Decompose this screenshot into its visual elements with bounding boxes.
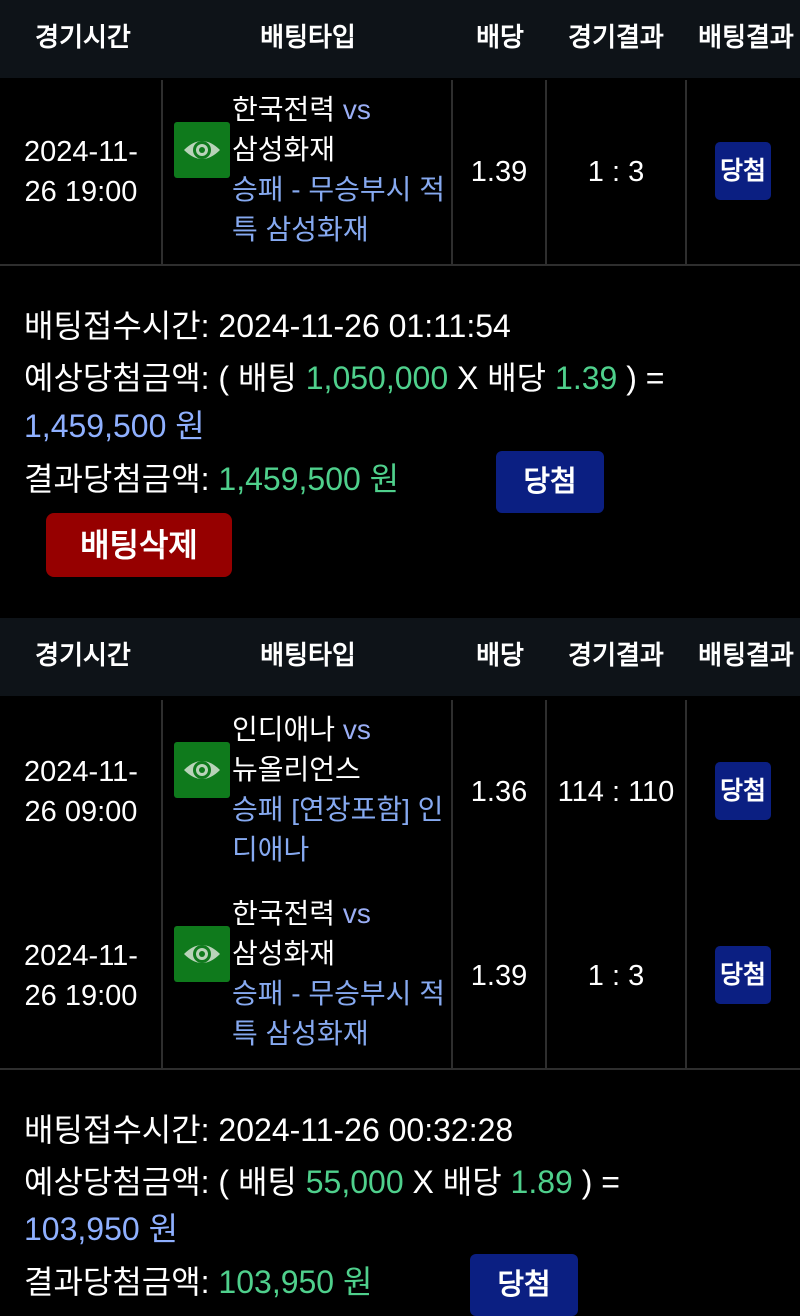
result-badge: 당첨 [715,762,771,820]
score: 114 : 110 [557,775,675,808]
header-odds: 배당 [476,22,524,52]
view-button[interactable] [174,742,230,798]
odds: 1.39 [470,155,528,188]
result-badge: 당첨 [715,946,771,1004]
result-amount: 103,950 원 [218,1264,373,1300]
receipt-time: 배팅접수시간: 2024-11-26 01:11:54 [24,308,511,344]
vs-label: vs [342,714,371,745]
stake: 1,050,000 [305,360,449,396]
view-button[interactable] [174,926,230,982]
bet-type: 한국전력 vs 삼성화재 승패 - 무승부시 적특 삼성화재 [232,894,450,1054]
header-type: 배팅타입 [260,22,356,52]
expected-amount: 103,950 원 [24,1211,179,1247]
team-home: 한국전력 [232,94,336,125]
bet-type-detail: 승패 - 무승부시 적특 삼성화재 [232,174,445,245]
expected-amount: 1,459,500 원 [24,408,205,444]
team-away: 삼성화재 [232,938,336,969]
result-amount-line: 결과당첨금액: 1,459,500 원 [24,461,400,497]
total-odds: 1.89 [510,1164,573,1200]
view-button[interactable] [174,122,230,178]
header-score: 경기결과 [568,22,664,52]
match-time: 2024-11- 26 09:00 [24,756,138,828]
score: 1 : 3 [587,155,645,188]
header-type: 배팅타입 [260,640,356,670]
team-away: 뉴올리언스 [232,754,361,785]
table-header: 경기시간 배팅타입 배당 경기결과 배팅결과 [0,618,800,696]
eye-icon [184,761,220,779]
delete-bet-button[interactable]: 배팅삭제 [46,513,232,577]
bet-type: 한국전력 vs 삼성화재 승패 - 무승부시 적특 삼성화재 [232,90,450,250]
odds: 1.36 [470,775,528,808]
header-odds: 배당 [476,640,524,670]
vs-label: vs [342,898,371,929]
stake: 55,000 [305,1164,404,1200]
total-odds: 1.39 [555,360,618,396]
odds: 1.39 [470,959,528,992]
team-home: 한국전력 [232,898,336,929]
result-amount-line: 결과당첨금액: 103,950 원 [24,1264,373,1300]
match-time: 2024-11- 26 19:00 [24,136,138,208]
team-away: 삼성화재 [232,134,336,165]
table-row: 2024-11- 26 09:00 인디애나 vs 뉴올리언스 승패 [연장포함]… [0,700,800,886]
vs-label: vs [342,94,371,125]
match-time: 2024-11- 26 19:00 [24,940,138,1012]
eye-icon [184,945,220,963]
table-row: 2024-11- 26 19:00 한국전력 vs 삼성화재 승패 - 무승부시 … [0,884,800,1070]
result-win-button[interactable]: 당첨 [496,451,604,513]
table-row: 2024-11- 26 19:00 한국전력 vs 삼성화재 승패 - 무승부시 … [0,80,800,266]
header-time: 경기시간 [35,640,131,670]
expected-amount-line: 예상당첨금액: ( 배팅 1,050,000 X 배당 1.39 ) = [24,360,665,396]
result-amount: 1,459,500 원 [218,461,400,497]
bet-type-detail: 승패 - 무승부시 적특 삼성화재 [232,978,445,1049]
eye-icon [184,141,220,159]
score: 1 : 3 [587,959,645,992]
receipt-time: 배팅접수시간: 2024-11-26 00:32:28 [24,1112,514,1148]
team-home: 인디애나 [232,714,336,745]
expected-amount-line: 예상당첨금액: ( 배팅 55,000 X 배당 1.89 ) = [24,1164,620,1200]
result-win-button[interactable]: 당첨 [470,1254,578,1316]
header-result: 배팅결과 [698,22,794,52]
header-score: 경기결과 [568,640,664,670]
header-time: 경기시간 [35,22,131,52]
result-badge: 당첨 [715,142,771,200]
bet-type: 인디애나 vs 뉴올리언스 승패 [연장포함] 인디애나 [232,710,450,870]
header-result: 배팅결과 [698,640,794,670]
bet-type-detail: 승패 [연장포함] 인디애나 [232,794,444,865]
table-header: 경기시간 배팅타입 배당 경기결과 배팅결과 [0,0,800,78]
